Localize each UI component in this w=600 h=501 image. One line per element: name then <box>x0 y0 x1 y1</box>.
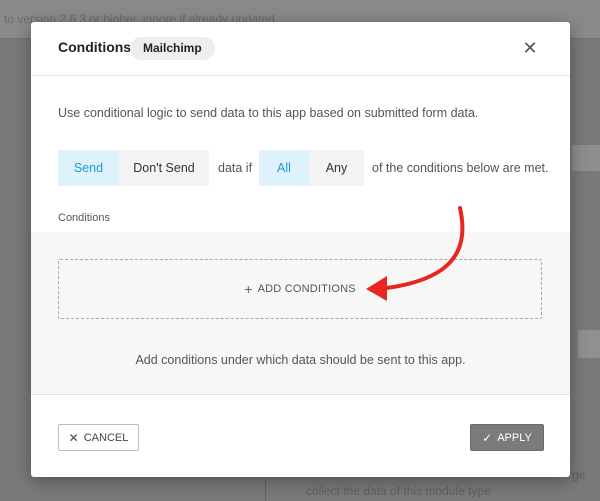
all-option-button[interactable]: All <box>259 150 309 186</box>
conditions-helper-text: Add conditions under which data should b… <box>135 353 466 367</box>
background-right-element <box>572 145 600 171</box>
add-conditions-label: ADD CONDITIONS <box>257 283 356 295</box>
conditions-area: + ADD CONDITIONS Add conditions under wh… <box>31 232 570 395</box>
background-bottom-text-right: ge <box>572 468 586 482</box>
data-if-text: data if <box>218 161 253 175</box>
add-conditions-button[interactable]: + ADD CONDITIONS <box>58 259 542 319</box>
modal-footer: ✕ CANCEL ✓ APPLY <box>31 395 570 477</box>
close-icon[interactable]: ✕ <box>519 37 541 59</box>
modal-header: Conditions Mailchimp ✕ <box>31 22 570 76</box>
cancel-label: CANCEL <box>83 431 129 444</box>
conditions-met-text: of the conditions below are met. <box>372 161 549 175</box>
check-icon: ✓ <box>482 430 493 445</box>
dont-send-option-button[interactable]: Don't Send <box>119 150 209 186</box>
conditions-section-label: Conditions <box>58 212 110 224</box>
x-icon: ✕ <box>68 430 79 445</box>
app-badge: Mailchimp <box>130 37 215 60</box>
plus-icon: + <box>244 281 253 297</box>
conditions-modal: Conditions Mailchimp ✕ Use conditional l… <box>31 22 570 477</box>
send-option-button[interactable]: Send <box>58 150 119 186</box>
add-conditions-content: + ADD CONDITIONS <box>59 260 541 318</box>
background-divider <box>265 478 266 501</box>
cancel-button[interactable]: ✕ CANCEL <box>58 424 139 451</box>
background-bottom-text: collect the data of this module type <box>306 484 491 498</box>
any-option-button[interactable]: Any <box>309 150 364 186</box>
apply-button[interactable]: ✓ APPLY <box>470 424 544 451</box>
modal-description: Use conditional logic to send data to th… <box>58 106 479 120</box>
apply-label: APPLY <box>497 431 532 444</box>
modal-title: Conditions <box>58 39 132 55</box>
background-right-element-2 <box>578 330 600 358</box>
